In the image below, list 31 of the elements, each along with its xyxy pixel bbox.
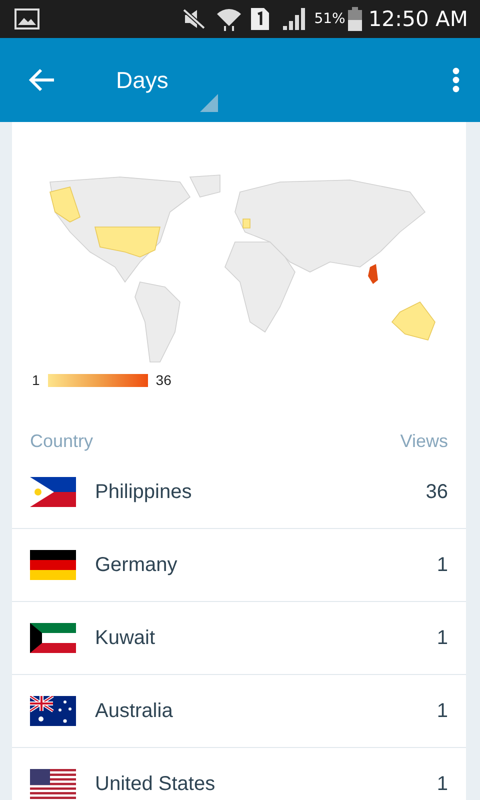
column-header: Country [30,430,94,452]
legend-max-label: 36 [156,372,172,388]
mute-icon [182,8,206,30]
dropdown-corner-icon [200,94,218,112]
back-button[interactable] [28,68,56,92]
battery-icon [348,7,362,31]
flag-icon [30,623,76,653]
battery-percent: 51% [314,11,346,27]
wifi-icon [216,6,242,32]
column-header: Views [400,430,448,452]
clock-time: 12:50 AM [368,7,468,31]
country-name: Kuwait [95,626,156,650]
country-name: Germany [95,554,178,576]
image-icon [14,8,40,30]
flag-icon [30,696,76,726]
flag-icon [30,550,76,580]
country-name: Philippines [95,480,193,504]
sim-icon [250,7,270,31]
period-dropdown[interactable]: Days [116,60,168,100]
more-options-button[interactable] [452,67,460,93]
country-name: United States [95,772,216,796]
views-count: 1 [436,626,448,650]
legend-min-label: 1 [32,372,40,388]
flag-icon [30,477,76,507]
views-count: 36 [426,480,448,504]
views-count: 1 [436,554,448,576]
flag-icon [30,769,76,799]
country-name: Australia [95,700,174,722]
views-count: 1 [436,772,448,796]
views-count: 1 [436,700,448,722]
signal-icon [282,7,306,31]
